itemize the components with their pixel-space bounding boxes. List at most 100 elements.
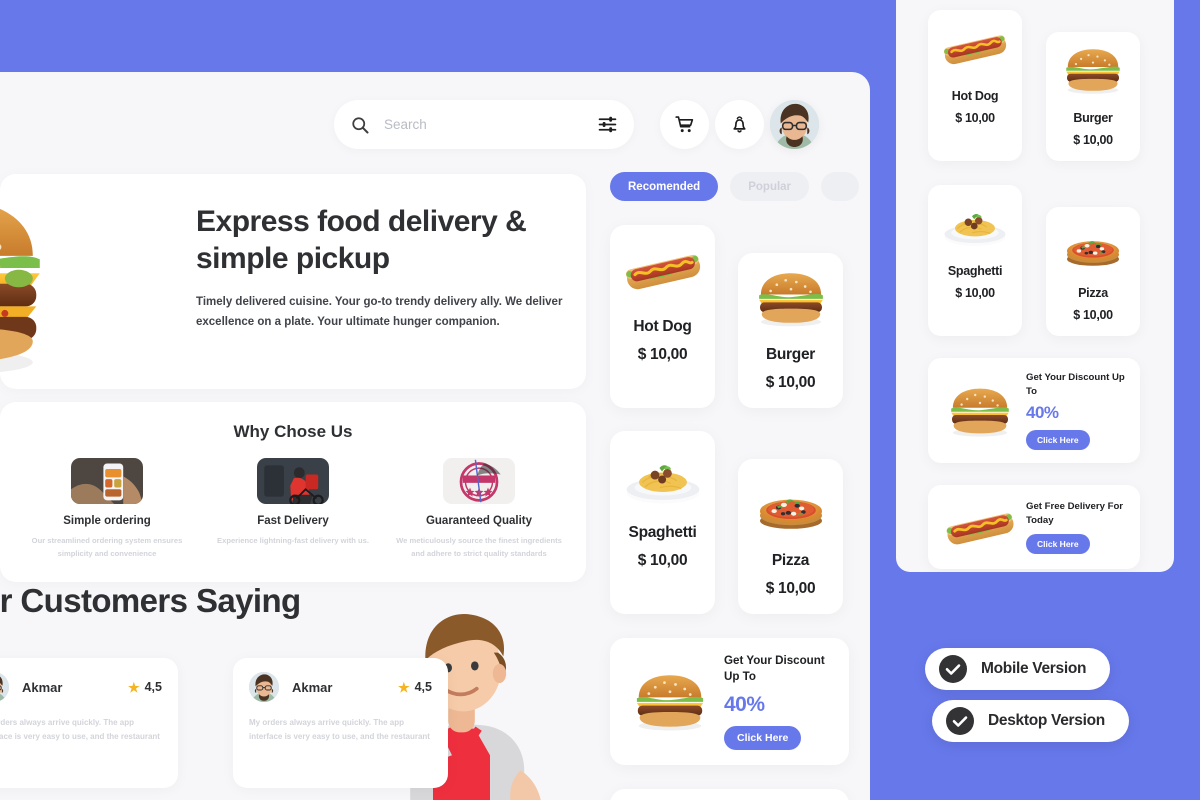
avatar-image	[770, 100, 819, 149]
promo-click-here-button[interactable]: Click Here	[1026, 534, 1090, 555]
filter-icon[interactable]	[597, 114, 618, 135]
burger-image	[940, 382, 1020, 440]
food-card-pizza[interactable]: Pizza $ 10,00	[738, 459, 843, 614]
feature-title: Simple ordering	[63, 515, 151, 527]
food-price: $ 10,00	[955, 111, 995, 125]
testimonial-name: Akmar	[292, 679, 333, 695]
promo-highlight: 40%	[724, 692, 765, 716]
food-card-spaghetti[interactable]: Spaghetti $ 10,00	[610, 431, 715, 614]
pill-label: Mobile Version	[981, 660, 1087, 677]
mobile-mockup-panel: Hot Dog $ 10,00 Burger $ 10,00 Spaghetti…	[896, 0, 1174, 572]
feature-desc: Experience lightning-fast delivery with …	[217, 536, 369, 545]
delivery-courier-icon	[257, 458, 329, 504]
hero-card: Express food delivery & simple pickup Ti…	[0, 174, 586, 389]
promo-highlight: 40%	[1026, 403, 1059, 423]
search-bar[interactable]	[334, 100, 634, 149]
feature-title: Fast Delivery	[257, 515, 329, 527]
quality-stamp-icon	[443, 458, 515, 504]
promo-title: Get Your Discount Up To	[1026, 372, 1125, 397]
testimonial-card: Akmar ★ 4,5 My orders always arrive quic…	[233, 658, 448, 788]
pill-label: Desktop Version	[988, 712, 1105, 729]
search-icon	[352, 116, 369, 133]
testimonial-rating: ★ 4,5	[398, 680, 432, 694]
burger-image	[745, 267, 837, 329]
testimonial-avatar	[0, 672, 9, 702]
pizza-image	[1053, 219, 1133, 271]
bell-icon	[733, 116, 746, 133]
feature-title: Guaranteed Quality	[425, 515, 533, 527]
star-icon: ★	[397, 679, 410, 695]
mobile-food-card-hot-dog[interactable]: Hot Dog $ 10,00	[928, 10, 1022, 161]
food-price: $ 10,00	[637, 346, 688, 363]
star-icon: ★	[127, 679, 140, 695]
why-chose-us-card: Why Chose Us Simple ordering Our streaml…	[0, 402, 586, 582]
food-name: Hot Dog	[633, 318, 692, 335]
food-name: Pizza	[1078, 286, 1108, 300]
food-name: Spaghetti	[628, 524, 697, 541]
category-tabs: Recomended Popular	[610, 172, 870, 201]
user-avatar[interactable]	[770, 100, 819, 149]
burger-image	[624, 668, 716, 734]
phone-ordering-icon	[71, 458, 143, 504]
mobile-food-grid: Hot Dog $ 10,00 Burger $ 10,00 Spaghetti…	[928, 0, 1142, 336]
mobile-food-card-burger[interactable]: Burger $ 10,00	[1046, 32, 1140, 161]
mobile-version-button[interactable]: Mobile Version	[925, 648, 1111, 690]
hotdog-image	[935, 22, 1015, 74]
tab-recomended[interactable]: Recomended	[610, 172, 719, 201]
food-card-grid: Hot Dog $ 10,00 Burger $ 10,00 Spaghetti…	[610, 225, 870, 614]
testimonial-card: Akmar ★ 4,5 My orders always arrive quic…	[0, 658, 178, 788]
rating-value: 4,5	[144, 680, 162, 694]
food-name: Spaghetti	[947, 264, 1003, 278]
food-name: Burger	[765, 346, 815, 363]
burger-image	[1053, 44, 1133, 96]
spaghetti-image	[617, 445, 709, 507]
hero-title: Express food delivery & simple pickup	[196, 205, 527, 275]
feature-fast-delivery: Fast Delivery Experience lightning-fast …	[206, 458, 381, 560]
feature-desc: Our streamlined ordering system ensures …	[31, 536, 183, 558]
mobile-food-card-spaghetti[interactable]: Spaghetti $ 10,00	[928, 185, 1022, 336]
testimonial-text: My orders always arrive quickly. The app…	[0, 718, 160, 741]
tab-popular[interactable]: Popular	[730, 172, 810, 201]
promo-banner-free-delivery[interactable]: Get Free Delivery For Today Click Here	[610, 788, 849, 800]
mobile-promo-banner-discount[interactable]: Get Your Discount Up To 40% Click Here	[928, 358, 1140, 464]
hero-burger-image	[0, 186, 60, 378]
food-name: Burger	[1073, 111, 1113, 125]
why-section-title: Why Chose Us	[233, 422, 353, 441]
feature-simple-ordering: Simple ordering Our streamlined ordering…	[20, 458, 195, 560]
testimonial-text: My orders always arrive quickly. The app…	[249, 718, 430, 741]
testimonial-avatar	[249, 672, 279, 702]
cart-button[interactable]	[660, 100, 709, 149]
tab-next-partial[interactable]	[821, 172, 860, 201]
food-card-hot-dog[interactable]: Hot Dog $ 10,00	[610, 225, 715, 408]
rating-value: 4,5	[414, 680, 432, 694]
hotdog-image	[940, 498, 1020, 556]
pizza-image	[745, 473, 837, 535]
feature-guaranteed-quality: Guaranteed Quality We meticulously sourc…	[392, 458, 567, 560]
check-circle-icon	[939, 655, 967, 683]
desktop-version-button[interactable]: Desktop Version	[932, 700, 1129, 742]
testimonial-name: Akmar	[22, 679, 63, 695]
food-price: $ 10,00	[765, 374, 816, 391]
hotdog-image	[617, 239, 709, 301]
cart-icon	[675, 116, 694, 133]
hero-subtitle: Timely delivered cuisine. Your go-to tre…	[196, 296, 563, 328]
app-header	[0, 72, 870, 167]
check-circle-icon	[946, 707, 974, 735]
spaghetti-image	[935, 197, 1015, 249]
promo-click-here-button[interactable]: Click Here	[1026, 430, 1090, 451]
testimonial-rating: ★ 4,5	[128, 680, 162, 694]
food-price: $ 10,00	[1073, 133, 1113, 147]
promo-click-here-button[interactable]: Click Here	[724, 725, 802, 750]
food-price: $ 10,00	[637, 552, 688, 569]
food-price: $ 10,00	[1073, 308, 1113, 322]
promo-banner-discount[interactable]: Get Your Discount Up To 40% Click Here	[610, 638, 849, 765]
search-input[interactable]	[384, 117, 597, 132]
food-listing-column: Recomended Popular Hot Dog $ 10,00 Burge…	[610, 172, 870, 800]
mobile-promo-banner-free-delivery[interactable]: Get Free Delivery For Today Click Here	[928, 485, 1140, 570]
feature-desc: We meticulously source the finest ingred…	[396, 536, 562, 558]
notifications-button[interactable]	[715, 100, 764, 149]
food-price: $ 10,00	[955, 286, 995, 300]
mobile-food-card-pizza[interactable]: Pizza $ 10,00	[1046, 207, 1140, 336]
food-name: Hot Dog	[951, 89, 999, 103]
food-card-burger[interactable]: Burger $ 10,00	[738, 253, 843, 408]
